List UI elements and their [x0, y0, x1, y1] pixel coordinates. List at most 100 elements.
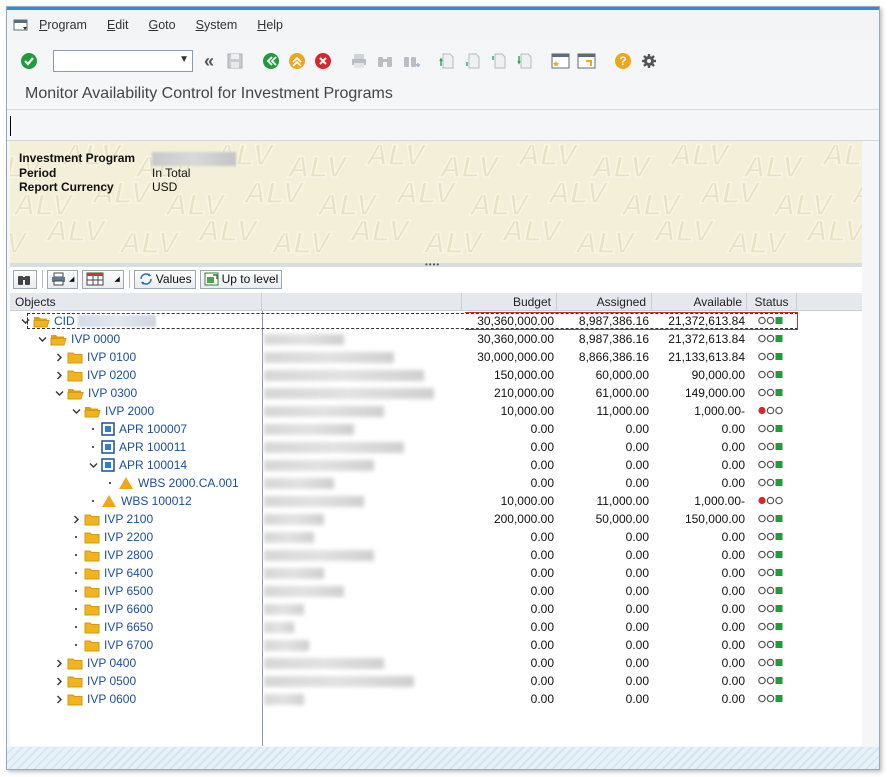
tree-node-label[interactable]: IVP 2200	[104, 530, 153, 544]
tree-node-label[interactable]: IVP 0400	[87, 656, 136, 670]
column-header-available[interactable]: Available	[652, 293, 747, 311]
cancel-icon[interactable]	[313, 51, 333, 71]
chevron-down-icon[interactable]	[71, 406, 81, 416]
tree-node[interactable]: WBS 2000.CA.001	[105, 474, 239, 492]
tree-node-label[interactable]: IVP 6600	[104, 602, 153, 616]
find-button[interactable]	[13, 269, 37, 289]
tree-node-label[interactable]: APR 100007	[119, 422, 187, 436]
tree-node-label[interactable]: IVP 6700	[104, 638, 153, 652]
double-chevron-left-icon[interactable]: «	[199, 51, 219, 71]
chevron-right-icon[interactable]	[54, 370, 64, 380]
previous-page-icon[interactable]	[463, 51, 483, 71]
sap-menu-icon[interactable]	[13, 18, 29, 32]
tree-node[interactable]: WBS 100012	[88, 492, 192, 510]
tree-node[interactable]: IVP 0000	[37, 330, 120, 348]
menu-system[interactable]: System	[196, 18, 238, 32]
menu-program[interactable]: Program	[39, 18, 87, 32]
tree-row[interactable]: IVP 6600 0.00 0.00 0.00	[10, 600, 800, 618]
tree-node[interactable]: APR 100014	[88, 456, 187, 474]
chevron-down-icon[interactable]	[37, 334, 47, 344]
next-page-icon[interactable]	[489, 51, 509, 71]
tree-row[interactable]: IVP 0300 210,000.00 61,000.00 149,000.00	[10, 384, 800, 402]
tree-node-label[interactable]: IVP 0200	[87, 368, 136, 382]
menu-edit[interactable]: Edit	[107, 18, 129, 32]
tree-row[interactable]: APR 100014 0.00 0.00 0.00	[10, 456, 800, 474]
column-header-objects[interactable]: Objects	[10, 293, 262, 311]
menu-help[interactable]: Help	[257, 18, 283, 32]
tree-node-label[interactable]: IVP 0600	[87, 692, 136, 706]
tree-node-label[interactable]: IVP 6400	[104, 566, 153, 580]
chevron-right-icon[interactable]	[54, 694, 64, 704]
tree-node[interactable]: IVP 0500	[54, 672, 136, 690]
create-session-icon[interactable]	[551, 51, 571, 71]
tree-node[interactable]: IVP 6400	[71, 564, 153, 582]
tree-node[interactable]: IVP 2200	[71, 528, 153, 546]
chevron-down-icon[interactable]	[88, 460, 98, 470]
tree-node[interactable]: APR 100007	[88, 420, 187, 438]
help-icon[interactable]: ?	[613, 51, 633, 71]
tree-node-label[interactable]: IVP 6650	[104, 620, 153, 634]
tree-node[interactable]: IVP 6700	[71, 636, 153, 654]
exit-icon[interactable]	[287, 51, 307, 71]
tree-row[interactable]: APR 100007 0.00 0.00 0.00	[10, 420, 800, 438]
tree-row[interactable]: IVP 0500 0.00 0.00 0.00	[10, 672, 800, 690]
tree-node-label[interactable]: IVP 2800	[104, 548, 153, 562]
tree-node-label[interactable]: IVP 2000	[105, 404, 154, 418]
tree-node-label[interactable]: APR 100011	[119, 440, 186, 454]
tree-row[interactable]: IVP 0100 30,000,000.00 8,866,386.16 21,133,…	[10, 348, 800, 366]
tree-node-label[interactable]: IVP 0300	[88, 386, 137, 400]
find-next-icon[interactable]	[401, 51, 421, 71]
chevron-right-icon[interactable]	[54, 658, 64, 668]
tree-row[interactable]: IVP 2800 0.00 0.00 0.00	[10, 546, 800, 564]
shortcut-icon[interactable]	[577, 51, 597, 71]
tree-node[interactable]: IVP 0400	[54, 654, 136, 672]
chevron-down-icon[interactable]	[20, 316, 30, 326]
tree-node-label[interactable]: WBS 2000.CA.001	[138, 476, 239, 490]
tree-node-label[interactable]: IVP 0100	[87, 350, 136, 364]
tree-row[interactable]: IVP 6650 0.00 0.00 0.00	[10, 618, 800, 636]
tree-node-label[interactable]: CID	[54, 314, 75, 328]
tree-node[interactable]: IVP 0200	[54, 366, 136, 384]
tree-node-label[interactable]: WBS 100012	[121, 494, 192, 508]
layout-menu-button[interactable]: ◢	[82, 269, 124, 289]
chevron-right-icon[interactable]	[71, 514, 81, 524]
tree-row[interactable]: IVP 0000 30,360,000.00 8,987,386.16 21,372,…	[10, 330, 800, 348]
chevron-down-icon[interactable]: ▼	[179, 54, 189, 65]
tree-row[interactable]: APR 100011 0.00 0.00 0.00	[10, 438, 800, 456]
tree-row[interactable]: CID 30,360,000.00 8,987,386.16 21,372,613.8…	[10, 312, 800, 330]
up-to-level-button[interactable]: Up to level	[199, 269, 283, 289]
tree-node[interactable]: IVP 2000	[71, 402, 154, 420]
tree-node-label[interactable]: IVP 0000	[71, 332, 120, 346]
first-page-icon[interactable]	[437, 51, 457, 71]
tree-node[interactable]: IVP 2100	[71, 510, 153, 528]
tree-row[interactable]: IVP 2100 200,000.00 50,000.00 150,000.00	[10, 510, 800, 528]
enter-check-icon[interactable]	[19, 51, 39, 71]
tree-row[interactable]: IVP 6400 0.00 0.00 0.00	[10, 564, 800, 582]
tree-node-label[interactable]: IVP 2100	[104, 512, 153, 526]
print-menu-button[interactable]: ◢	[47, 269, 79, 289]
tree-row[interactable]: IVP 0400 0.00 0.00 0.00	[10, 654, 800, 672]
last-page-icon[interactable]	[515, 51, 535, 71]
tree-node-label[interactable]: IVP 6500	[104, 584, 153, 598]
tree-row[interactable]: IVP 0600 0.00 0.00 0.00	[10, 690, 800, 708]
tree-node[interactable]: IVP 6650	[71, 618, 153, 636]
tree-node-label[interactable]: IVP 0500	[87, 674, 136, 688]
menu-goto[interactable]: Goto	[148, 18, 175, 32]
values-button[interactable]: Values	[133, 269, 196, 289]
tree-row[interactable]: IVP 6500 0.00 0.00 0.00	[10, 582, 800, 600]
tree-node[interactable]: IVP 6500	[71, 582, 153, 600]
column-header-description[interactable]	[262, 293, 462, 311]
tree-row[interactable]: IVP 0200 150,000.00 60,000.00 90,000.00	[10, 366, 800, 384]
chevron-down-icon[interactable]	[54, 388, 64, 398]
chevron-right-icon[interactable]	[54, 352, 64, 362]
command-field[interactable]: ▼	[53, 50, 193, 72]
settings-gear-icon[interactable]	[639, 51, 659, 71]
tree-row[interactable]: WBS 100012 10,000.00 11,000.00 1,000.00-	[10, 492, 800, 510]
tree-node[interactable]: CID	[20, 312, 156, 330]
tree-node[interactable]: IVP 0300	[54, 384, 137, 402]
save-icon[interactable]	[225, 51, 245, 71]
chevron-right-icon[interactable]	[54, 676, 64, 686]
column-header-assigned[interactable]: Assigned	[557, 293, 652, 311]
tree-node[interactable]: APR 100011	[88, 438, 186, 456]
print-icon[interactable]	[349, 51, 369, 71]
